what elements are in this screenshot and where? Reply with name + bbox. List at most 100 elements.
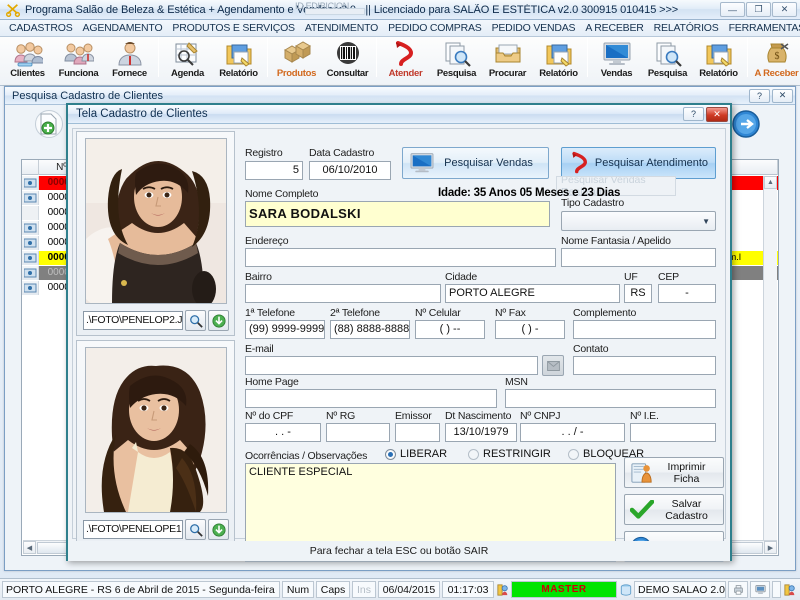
fax-input[interactable]: ( ) - (495, 320, 565, 339)
search-window-help-button[interactable]: ? (749, 88, 770, 103)
cnpj-label: Nº CNPJ (520, 410, 561, 422)
toolbar-atender[interactable]: Atender (380, 38, 431, 84)
photo-2-path-input[interactable]: .\FOTO\PENELOPE1.J (83, 520, 183, 539)
toolbar-funcionarios-label: Funciona (58, 67, 99, 79)
status-badge-master: MASTER (511, 581, 617, 598)
toolbar-produtos[interactable]: Produtos (271, 38, 322, 84)
photo-1-path-input[interactable]: .\FOTO\PENELOP2.JP (83, 311, 183, 330)
scroll-left-arrow-icon[interactable]: ◀ (23, 541, 36, 554)
nome-fantasia-input[interactable] (561, 248, 716, 267)
toolbar-a-receber[interactable]: $ A Receber (751, 38, 800, 84)
menu-relatorios[interactable]: RELATÓRIOS (649, 21, 724, 35)
client-photo-2[interactable] (85, 347, 227, 513)
employees-icon (63, 40, 95, 68)
msn-input[interactable] (505, 389, 716, 408)
toolbar-funcionarios[interactable]: Funciona (53, 38, 104, 84)
maximize-button[interactable]: ❐ (746, 2, 771, 17)
money-bag-icon: $ (762, 40, 792, 68)
status-bar: PORTO ALEGRE - RS 6 de Abril de 2015 - S… (0, 578, 800, 600)
bairro-input[interactable] (245, 284, 441, 303)
minimize-button[interactable]: — (720, 2, 745, 17)
scroll-right-arrow-icon[interactable]: ▶ (764, 541, 777, 554)
emissor-input[interactable] (395, 423, 440, 442)
uf-input[interactable]: RS (624, 284, 652, 303)
scroll-up-arrow-icon[interactable]: ▲ (764, 176, 777, 189)
pesquisar-vendas-button[interactable]: Pesquisar Vendas (402, 147, 549, 179)
main-toolbar: Clientes Funciona Fornece Agenda Relatór… (0, 37, 800, 86)
endereco-input[interactable] (245, 248, 556, 267)
menu-atendimento[interactable]: ATENDIMENTO (300, 21, 383, 35)
tipo-cadastro-select[interactable]: ▼ (561, 211, 716, 231)
imprimir-ficha-button[interactable]: Imprimir Ficha (624, 457, 724, 488)
salvar-cadastro-button[interactable]: Salvar Cadastro (624, 494, 724, 525)
toolbar-fornecedores-label: Fornece (112, 67, 147, 79)
contato-input[interactable] (573, 356, 716, 375)
toolbar-vendas-relatorio[interactable]: Relatório (693, 38, 744, 84)
photo-2-load-button[interactable] (208, 519, 229, 540)
email-label: E-mail (245, 343, 274, 355)
toolbar-atendimento-pesquisa[interactable]: Pesquisa (431, 38, 482, 84)
homepage-input[interactable] (245, 389, 497, 408)
toolbar-fornecedores[interactable]: Fornece (104, 38, 155, 84)
cadastro-close-button[interactable]: ✕ (706, 106, 728, 122)
add-record-button[interactable] (35, 110, 63, 138)
application-window: Programa Salão de Beleza & Estética + Ag… (0, 0, 800, 600)
toolbar-agenda[interactable]: Agenda (162, 38, 213, 84)
next-record-button[interactable] (731, 109, 761, 139)
cnpj-input[interactable]: . . / - (520, 423, 625, 442)
toolbar-clientes[interactable]: Clientes (2, 38, 53, 84)
cidade-input[interactable]: PORTO ALEGRE (445, 284, 620, 303)
nome-completo-input[interactable]: SARA BODALSKI (245, 201, 550, 227)
registro-input[interactable]: 5 (245, 161, 303, 180)
close-button[interactable]: ✕ (772, 2, 797, 17)
ie-input[interactable] (630, 423, 716, 442)
status-radio-restringir[interactable]: RESTRINGIR (468, 448, 551, 460)
photo-1-load-button[interactable] (208, 310, 229, 331)
menu-pedido-compras[interactable]: PEDIDO COMPRAS (383, 21, 486, 35)
email-input[interactable] (245, 356, 538, 375)
cep-input[interactable]: - (658, 284, 716, 303)
telefone1-input[interactable]: (99) 9999-9999 (245, 320, 325, 339)
toolbar-procurar-label: Procurar (488, 67, 527, 79)
nome-completo-label: Nome Completo (245, 188, 319, 200)
status-radio-liberar-label: LIBERAR (400, 448, 448, 460)
radio-restringir-icon (468, 448, 479, 460)
bairro-label: Bairro (245, 271, 272, 283)
menu-cadastros[interactable]: CADASTROS (4, 21, 78, 35)
status-database: DEMO SALAO 2.0 (634, 581, 726, 598)
status-icon-printer[interactable] (728, 581, 748, 598)
photo-2-zoom-button[interactable] (185, 519, 206, 540)
toolbar-vendas[interactable]: Vendas (591, 38, 642, 84)
cadastro-help-button[interactable]: ? (683, 107, 704, 121)
boxes-icon (282, 40, 312, 68)
status-radio-liberar[interactable]: LIBERAR (385, 448, 447, 460)
menu-agendamento[interactable]: AGENDAMENTO (78, 21, 168, 35)
menu-a-receber[interactable]: A RECEBER (580, 21, 648, 35)
rg-input[interactable] (326, 423, 390, 442)
client-photo-1[interactable] (85, 138, 227, 304)
search-window-close-button[interactable]: ✕ (772, 88, 793, 103)
status-icon-screen[interactable] (750, 581, 770, 598)
toolbar-atendimento-relatorio[interactable]: Relatório (533, 38, 584, 84)
toolbar-vendas-pesquisa[interactable]: Pesquisa (642, 38, 693, 84)
send-mail-icon (546, 360, 560, 371)
grid-vertical-scrollbar[interactable]: ▲ (763, 176, 777, 540)
menu-ferramentas[interactable]: FERRAMENTAS (724, 21, 800, 35)
complemento-input[interactable] (573, 320, 716, 339)
status-location: PORTO ALEGRE - RS 6 de Abril de 2015 - S… (2, 581, 280, 598)
dt-nascimento-input[interactable]: 13/10/1979 (445, 423, 517, 442)
toolbar-consultar[interactable]: Consultar (322, 38, 373, 84)
pesquisar-atendimento-button[interactable]: Pesquisar Atendimento (561, 147, 716, 179)
photo-1-zoom-button[interactable] (185, 310, 206, 331)
menu-produtos-servicos[interactable]: PRODUTOS E SERVIÇOS (167, 21, 299, 35)
toolbar-agenda-relatorio[interactable]: Relatório (213, 38, 264, 84)
contato-label: Contato (573, 343, 609, 355)
telefone2-input[interactable]: (88) 8888-8888 (330, 320, 410, 339)
key-status-icon[interactable] (783, 583, 796, 596)
menu-pedido-vendas[interactable]: PEDIDO VENDAS (487, 21, 581, 35)
celular-input[interactable]: ( ) -- (415, 320, 485, 339)
toolbar-procurar[interactable]: Procurar (482, 38, 533, 84)
data-cadastro-input[interactable]: 06/10/2010 (309, 161, 391, 180)
send-mail-button[interactable] (542, 355, 564, 376)
cpf-input[interactable]: . . - (245, 423, 321, 442)
